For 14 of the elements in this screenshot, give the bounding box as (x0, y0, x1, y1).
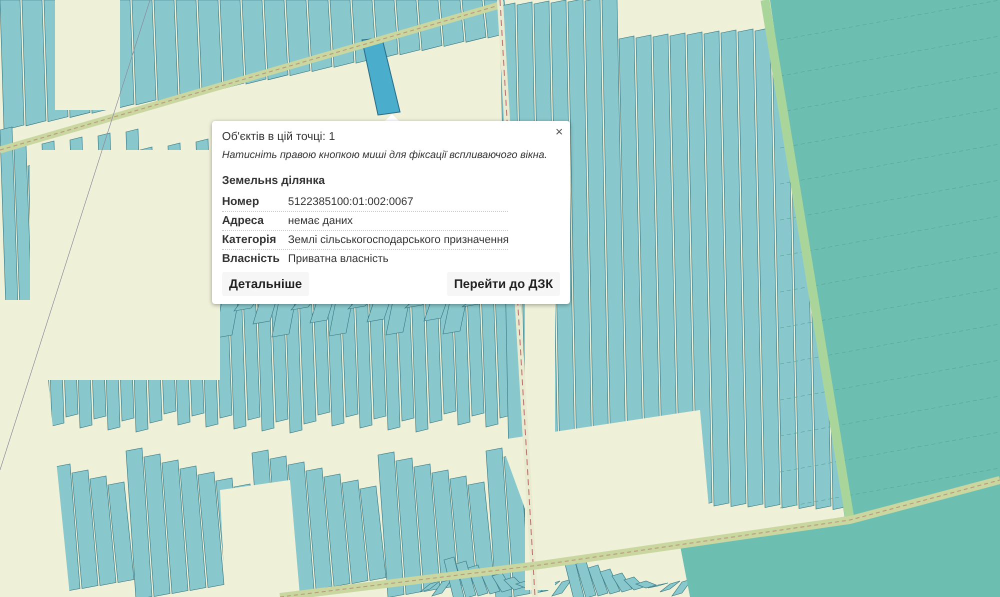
field-label: Номер (222, 196, 260, 208)
field-label: Адреса (222, 215, 265, 227)
popup-title: Земельнs ділянка (222, 175, 326, 187)
close-button[interactable]: × (553, 124, 565, 139)
field-value: Приватна власність (288, 253, 390, 265)
object-count-text: Об'єктів в цій точці: 1 (222, 131, 336, 143)
field-label: Категорія (222, 234, 278, 246)
field-value: Землі сільськогосподарського призначення (288, 234, 508, 246)
field-value: немає даних (288, 215, 354, 227)
hint-text: Натисніть правою кнопкою миші для фіксації вспливаючого вікна. (222, 149, 548, 163)
field-label: Власність (222, 253, 281, 265)
action-button[interactable]: Перейти до ДЗК (446, 272, 560, 296)
field-value: 5122385100:01:002:0067 (288, 196, 414, 208)
action-button[interactable]: Детальніше (222, 272, 309, 296)
